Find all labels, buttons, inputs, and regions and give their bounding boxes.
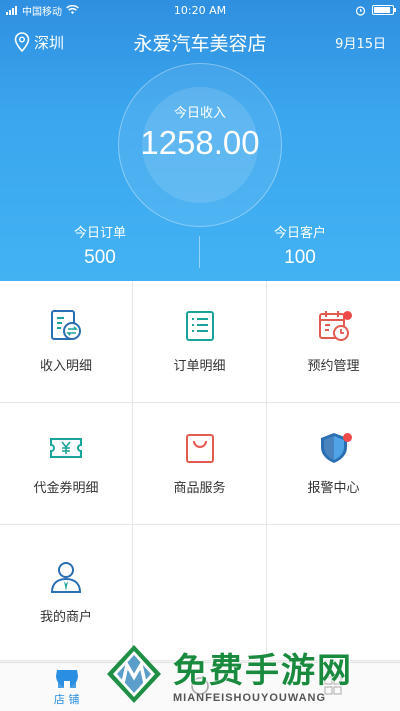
location-label: 深圳 bbox=[34, 33, 65, 52]
menu-item-label: 代金券明细 bbox=[33, 481, 99, 496]
menu-item-label: 订单明细 bbox=[173, 359, 226, 374]
location-selector[interactable]: 深圳 bbox=[14, 32, 64, 53]
tab-store-label: 店 铺 bbox=[53, 693, 80, 706]
income-value: 1258.00 bbox=[140, 124, 260, 161]
menu-item-income-detail[interactable]: 收入明细 bbox=[0, 281, 133, 403]
menu-item-products[interactable]: 商品服务 bbox=[133, 403, 267, 525]
income-detail-icon bbox=[51, 310, 81, 340]
notification-badge bbox=[343, 433, 352, 442]
stat-customers-label: 今日客户 bbox=[273, 226, 326, 241]
user-icon bbox=[50, 562, 82, 593]
store-icon bbox=[55, 670, 78, 688]
stat-orders[interactable]: 今日订单 500 bbox=[0, 222, 200, 269]
shopping-bag-icon bbox=[185, 434, 214, 463]
order-list-icon bbox=[185, 311, 214, 341]
menu-item-alarm-center[interactable]: 报警中心 bbox=[267, 403, 400, 525]
menu-item-label: 我的商户 bbox=[39, 610, 92, 625]
clock: 10:20 AM bbox=[173, 3, 227, 17]
menu-grid: 收入明细 订单明细 预约管理 代金券明细 商品服务 报警中心 我的商户 bbox=[0, 281, 400, 661]
date-label: 9月15日 bbox=[335, 36, 386, 52]
menu-item-label: 商品服务 bbox=[173, 481, 226, 496]
stat-orders-label: 今日订单 bbox=[73, 226, 126, 241]
stat-customers-value: 100 bbox=[284, 247, 316, 268]
notification-badge bbox=[343, 311, 352, 320]
menu-item-vouchers[interactable]: 代金券明细 bbox=[0, 403, 133, 525]
voucher-icon bbox=[50, 438, 82, 458]
watermark: 免费手游网 MIANFEISHOUYOUWANG bbox=[103, 636, 400, 711]
nav-bar: 深圳 永爱汽车美容店 9月15日 bbox=[0, 22, 400, 62]
stat-customers[interactable]: 今日客户 100 bbox=[200, 222, 400, 269]
menu-item-appointments[interactable]: 预约管理 bbox=[267, 281, 400, 403]
menu-item-label: 预约管理 bbox=[307, 359, 360, 374]
menu-item-label: 报警中心 bbox=[307, 481, 360, 496]
menu-item-order-detail[interactable]: 订单明细 bbox=[133, 281, 267, 403]
income-label: 今日收入 bbox=[173, 106, 226, 121]
battery-icon bbox=[372, 5, 396, 15]
watermark-subtitle: MIANFEISHOUYOUWANG bbox=[173, 692, 327, 704]
watermark-logo bbox=[107, 644, 161, 703]
watermark-title: 免费手游网 bbox=[173, 651, 353, 691]
status-bar: 中国移动 10:20 AM bbox=[0, 0, 400, 20]
menu-item-label: 收入明细 bbox=[39, 359, 92, 374]
stat-orders-value: 500 bbox=[84, 247, 116, 268]
location-pin-icon bbox=[14, 32, 30, 52]
header-panel: 中国移动 10:20 AM 深圳 永爱汽车美容店 9月15日 今日收入 1258… bbox=[0, 0, 400, 281]
